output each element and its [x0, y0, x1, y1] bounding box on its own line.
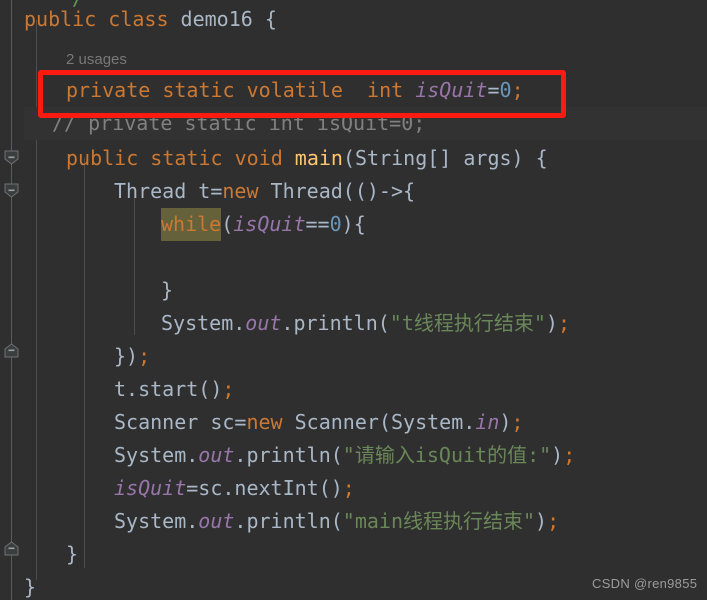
code-token: sc=: [198, 410, 247, 434]
code-token: ){: [341, 212, 366, 236]
code-token: {: [252, 7, 277, 31]
code-token: [] args) {: [427, 146, 548, 170]
code-token: while: [161, 208, 222, 241]
code-line[interactable]: public static void main(String[] args) {: [24, 142, 707, 175]
code-token: .println(: [234, 509, 343, 533]
code-token: isQuit: [114, 476, 187, 500]
code-token: "main线程执行结束": [342, 509, 536, 533]
code-token: ;: [563, 443, 576, 467]
code-line[interactable]: });: [24, 340, 707, 373]
code-token: t.start(): [114, 377, 223, 401]
code-token: .println(: [281, 311, 390, 335]
code-token: int: [367, 78, 416, 102]
code-line[interactable]: }: [24, 538, 707, 571]
code-token: }: [24, 575, 37, 599]
fold-collapse-icon[interactable]: [4, 150, 19, 165]
code-token: (: [378, 410, 391, 434]
code-token: System: [114, 443, 187, 467]
code-token: ==: [305, 212, 330, 236]
code-token: Scanner: [114, 410, 199, 434]
code-token: public class: [24, 7, 181, 31]
code-token: 0: [499, 78, 512, 102]
code-line[interactable]: t.start();: [24, 373, 707, 406]
code-line[interactable]: Thread t=new Thread(()->{: [24, 175, 707, 208]
fold-collapse-icon[interactable]: [4, 183, 19, 198]
code-token: isQuit: [415, 78, 488, 102]
code-token: ): [499, 410, 512, 434]
code-line[interactable]: isQuit=sc.nextInt();: [24, 472, 707, 505]
code-token: public static void: [66, 146, 295, 170]
code-token: }: [161, 278, 174, 302]
code-token: ;: [342, 476, 355, 500]
code-token: out: [198, 509, 235, 533]
code-token: }: [66, 542, 79, 566]
code-token: .: [463, 410, 476, 434]
code-line[interactable]: private static volatile int isQuit=0;: [24, 74, 707, 107]
code-token: new: [246, 410, 295, 434]
code-token: =sc.nextInt(): [186, 476, 343, 500]
code-token: }): [114, 344, 139, 368]
code-token: ): [551, 443, 564, 467]
code-token: main: [294, 146, 343, 170]
code-token: "请输入isQuit的值:": [342, 443, 552, 467]
code-editor[interactable]: */public class demo16 {2 usagesprivate s…: [0, 0, 707, 600]
code-token: .: [186, 509, 199, 533]
code-token: .: [233, 311, 246, 335]
code-line[interactable]: 2 usages: [24, 41, 707, 74]
code-token: .println(: [234, 443, 343, 467]
csdn-watermark: CSDN @ren9855: [592, 576, 698, 591]
code-line[interactable]: // private static int isQuit=0;: [24, 107, 707, 140]
code-token: ;: [557, 311, 571, 335]
code-token: (: [342, 146, 355, 170]
code-token: out: [198, 443, 235, 467]
code-token: demo16: [180, 7, 253, 31]
code-token: (()->{: [342, 179, 416, 203]
code-token: Scanner: [294, 410, 379, 434]
editor-gutter[interactable]: [0, 0, 24, 600]
code-token: ): [535, 509, 548, 533]
code-token: new: [222, 179, 271, 203]
code-token: in: [475, 410, 500, 434]
code-token: =: [487, 78, 500, 102]
code-token: // private static int isQuit=0;: [52, 111, 426, 135]
code-token: ): [545, 311, 558, 335]
code-token: isQuit: [233, 212, 306, 236]
code-line[interactable]: Scanner sc=new Scanner(System.in);: [24, 406, 707, 439]
code-line[interactable]: System.out.println("main线程执行结束");: [24, 505, 707, 538]
code-token: private static volatile: [66, 78, 343, 102]
code-token: t=: [186, 179, 223, 203]
code-token: .: [186, 443, 199, 467]
code-token: String: [355, 146, 428, 170]
fold-end-icon[interactable]: [4, 343, 19, 358]
code-line[interactable]: }: [24, 274, 707, 307]
code-token: System: [161, 311, 234, 335]
code-token: Thread: [270, 179, 343, 203]
code-content[interactable]: */public class demo16 {2 usagesprivate s…: [24, 0, 707, 600]
code-token: ;: [138, 344, 151, 368]
code-line[interactable]: System.out.println("请输入isQuit的值:");: [24, 439, 707, 472]
code-token: Thread: [114, 179, 187, 203]
code-line[interactable]: System.out.println("t线程执行结束");: [24, 307, 707, 340]
code-token: ;: [511, 78, 524, 102]
code-token: ;: [547, 509, 560, 533]
code-line[interactable]: public class demo16 {: [24, 3, 707, 36]
code-token: System: [390, 410, 464, 434]
code-token: 0: [329, 212, 342, 236]
code-token: System: [114, 509, 187, 533]
code-token: "t线程执行结束": [389, 311, 546, 335]
code-line[interactable]: while(isQuit==0){: [24, 208, 707, 241]
code-token: ;: [511, 410, 524, 434]
fold-end-icon[interactable]: [4, 541, 19, 556]
code-token: (: [221, 212, 234, 236]
code-token: out: [245, 311, 282, 335]
usages-hint[interactable]: 2 usages: [66, 51, 127, 68]
code-token: ;: [222, 377, 235, 401]
fold-rail: [11, 0, 12, 600]
